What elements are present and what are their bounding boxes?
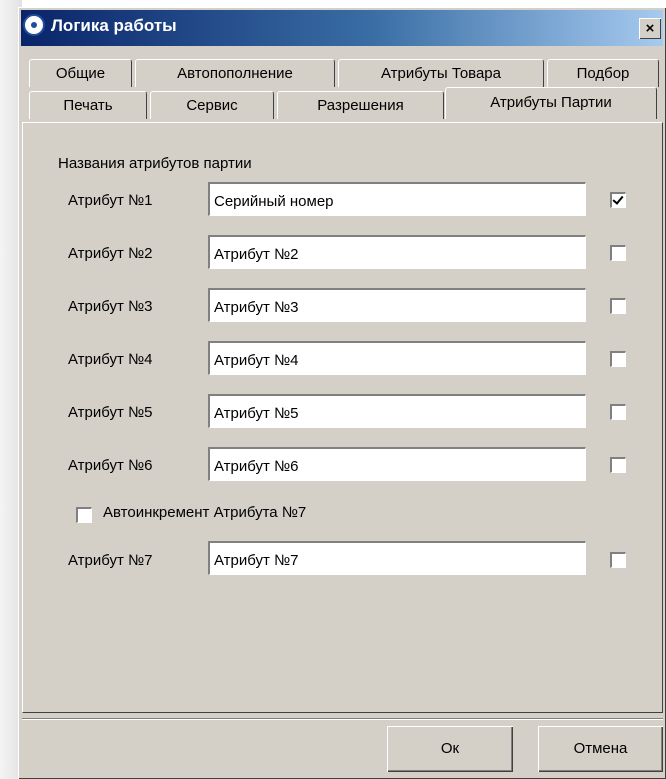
dialog-window: Логика работы × Общие Автопополнение Атр… xyxy=(18,7,666,779)
attribute-6-label: Атрибут №6 xyxy=(68,457,153,474)
title-bar[interactable]: Логика работы × xyxy=(21,10,663,46)
section-title: Названия атрибутов партии xyxy=(58,155,252,172)
attribute-3-label: Атрибут №3 xyxy=(68,298,153,315)
tab-general[interactable]: Общие xyxy=(29,59,132,87)
attribute-6-input[interactable] xyxy=(208,447,586,481)
attribute-1-input[interactable] xyxy=(208,182,586,216)
autoincrement-checkbox[interactable] xyxy=(76,507,92,523)
attribute-7-label: Атрибут №7 xyxy=(68,552,153,569)
attribute-5-label: Атрибут №5 xyxy=(68,404,153,421)
app-logo-icon xyxy=(23,14,45,36)
tab-print[interactable]: Печать xyxy=(29,91,147,119)
attribute-4-input[interactable] xyxy=(208,341,586,375)
attribute-3-checkbox[interactable] xyxy=(610,298,626,314)
attribute-2-checkbox[interactable] xyxy=(610,245,626,261)
attribute-2-label: Атрибут №2 xyxy=(68,245,153,262)
tab-batch-attributes[interactable]: Атрибуты Партии xyxy=(445,87,657,119)
attribute-5-checkbox[interactable] xyxy=(610,404,626,420)
attribute-5-input[interactable] xyxy=(208,394,586,428)
attribute-4-checkbox[interactable] xyxy=(610,351,626,367)
attribute-4-label: Атрибут №4 xyxy=(68,351,153,368)
attribute-6-checkbox[interactable] xyxy=(610,457,626,473)
ok-button[interactable]: Ок xyxy=(387,726,513,772)
autoincrement-label[interactable]: Автоинкремент Атрибута №7 xyxy=(103,504,306,521)
attribute-2-input[interactable] xyxy=(208,235,586,269)
attribute-3-input[interactable] xyxy=(208,288,586,322)
attribute-1-label: Атрибут №1 xyxy=(68,192,153,209)
attribute-7-checkbox[interactable] xyxy=(610,552,626,568)
attribute-1-checkbox[interactable] xyxy=(610,192,626,208)
tab-autorefill[interactable]: Автопополнение xyxy=(135,59,335,87)
window-title: Логика работы xyxy=(51,16,177,35)
tab-permissions[interactable]: Разрешения xyxy=(277,91,444,119)
tab-selection[interactable]: Подбор xyxy=(547,59,659,87)
tab-product-attributes[interactable]: Атрибуты Товара xyxy=(338,59,544,87)
cancel-button[interactable]: Отмена xyxy=(538,726,663,772)
tab-service[interactable]: Сервис xyxy=(150,91,274,119)
footer-divider xyxy=(22,718,663,720)
attribute-7-input[interactable] xyxy=(208,541,586,575)
close-button[interactable]: × xyxy=(639,18,661,39)
